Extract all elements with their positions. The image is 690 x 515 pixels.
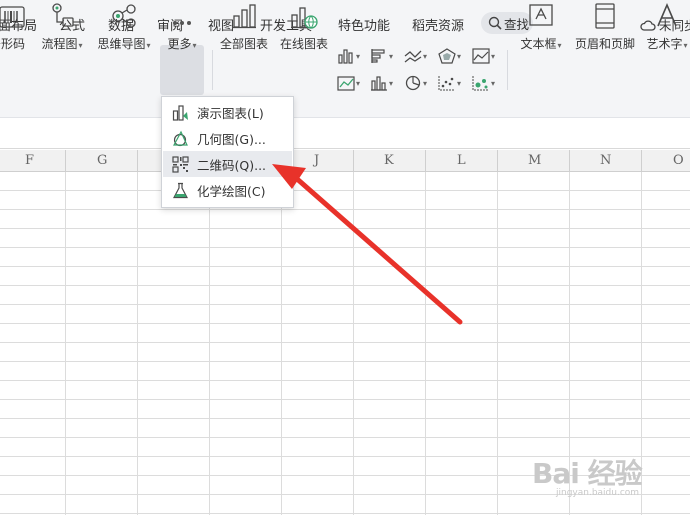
column-header[interactable]: F [25, 153, 34, 168]
flowchart-button[interactable]: 流程图▾ [38, 0, 86, 56]
flowchart-icon [49, 0, 75, 30]
barcode-button[interactable]: 条形码 [0, 0, 30, 56]
scatter-chart-icon [438, 76, 455, 91]
radar-chart-icon [438, 48, 456, 64]
header-footer-icon [593, 0, 617, 30]
flowchart-label: 流程图 [41, 37, 78, 51]
radar-chart-dropdown[interactable]: ▾ [438, 48, 461, 64]
column-divider[interactable] [137, 150, 138, 172]
barcode-icon [0, 0, 25, 30]
more-label: 更多 [167, 37, 192, 51]
ribbon-divider [507, 50, 508, 90]
watermark-url: jingyan.baidu.com [556, 488, 640, 498]
online-charts-button[interactable]: 在线图表 [277, 0, 331, 56]
line-chart-icon [404, 50, 422, 63]
stock-chart-icon [337, 76, 355, 91]
area-chart-dropdown[interactable]: ▾ [472, 48, 495, 64]
menu-item-label: 二维码(Q)... [197, 157, 267, 173]
mindmap-label: 思维导图 [97, 37, 146, 51]
menu-item-geometry[interactable]: 几何图(G)... [163, 125, 292, 151]
menu-item-label: 演示图表(L) [197, 105, 264, 121]
all-charts-button[interactable]: 全部图表 [218, 0, 270, 56]
more-button[interactable]: 更多▾ [160, 0, 204, 56]
stacked-column-icon [371, 76, 387, 91]
column-header[interactable]: L [457, 153, 466, 168]
stock-chart-dropdown[interactable]: ▾ [337, 75, 360, 91]
bar-chart-icon [231, 0, 257, 30]
column-divider[interactable] [425, 150, 426, 172]
ribbon-bottom-band [0, 98, 690, 118]
tab-features[interactable]: 特色功能 [338, 15, 390, 34]
header-footer-button[interactable]: 页眉和页脚 [573, 0, 637, 56]
menu-item-label: 几何图(G)... [197, 131, 266, 147]
more-dots-icon [170, 0, 194, 30]
barcode-label: 条形码 [0, 37, 25, 51]
column-chart-dropdown[interactable]: ▾ [337, 48, 360, 64]
column-chart-icon [338, 49, 353, 64]
mindmap-icon [110, 0, 138, 30]
column-header[interactable]: K [384, 153, 394, 168]
art-text-label: 艺术字 [646, 37, 683, 51]
art-text-button[interactable]: 艺术字▾ [644, 0, 690, 56]
pie-chart-dropdown[interactable]: ▾ [404, 75, 427, 91]
horizontal-bar-icon [371, 49, 385, 63]
pie-chart-icon [405, 75, 421, 91]
bubble-chart-icon [472, 76, 489, 91]
baidu-watermark: Bai 经验 [532, 457, 643, 490]
line-chart-dropdown[interactable]: ▾ [404, 48, 427, 64]
header-footer-label: 页眉和页脚 [574, 37, 635, 51]
column-header[interactable]: M [528, 153, 541, 168]
scatter-chart-dropdown[interactable]: ▾ [438, 75, 461, 91]
column-header[interactable]: G [97, 153, 107, 168]
online-chart-icon [290, 0, 318, 30]
demo-chart-icon [172, 104, 188, 121]
bubble-chart-dropdown[interactable]: ▾ [472, 75, 495, 91]
flask-icon [173, 182, 188, 198]
column-divider[interactable] [65, 150, 66, 172]
menu-item-chemistry[interactable]: 化学绘图(C) [163, 177, 292, 203]
tab-docer-resources[interactable]: 稻壳资源 [412, 15, 464, 34]
geometry-icon [172, 130, 188, 146]
column-header[interactable]: J [314, 153, 319, 168]
all-charts-label: 全部图表 [219, 37, 268, 51]
more-dropdown-menu: 演示图表(L) 几何图(G)... 二维码(Q)... 化学绘图(C) [161, 96, 294, 208]
column-divider[interactable] [569, 150, 570, 172]
online-charts-label: 在线图表 [279, 37, 328, 51]
art-text-icon [655, 0, 679, 30]
search-icon [488, 16, 502, 30]
stacked-chart-dropdown[interactable]: ▾ [370, 75, 393, 91]
column-header[interactable]: O [673, 153, 684, 168]
textbox-button[interactable]: 文本框▾ [515, 0, 567, 56]
ribbon-divider [212, 50, 213, 90]
menu-item-demo-chart[interactable]: 演示图表(L) [163, 99, 292, 125]
formula-bar[interactable] [0, 119, 690, 149]
menu-item-qr-code[interactable]: 二维码(Q)... [163, 151, 292, 177]
column-divider[interactable] [497, 150, 498, 172]
mindmap-button[interactable]: 思维导图▾ [95, 0, 153, 56]
column-header[interactable]: N [600, 153, 611, 168]
column-divider[interactable] [641, 150, 642, 172]
bar-chart-dropdown[interactable]: ▾ [370, 48, 393, 64]
column-divider[interactable] [353, 150, 354, 172]
area-chart-icon [472, 48, 490, 64]
textbox-label: 文本框 [520, 37, 557, 51]
column-header-row: F G H I J K L M N O [0, 150, 690, 172]
menu-item-label: 化学绘图(C) [197, 183, 266, 199]
qr-code-icon [172, 155, 189, 173]
textbox-icon [528, 0, 554, 30]
